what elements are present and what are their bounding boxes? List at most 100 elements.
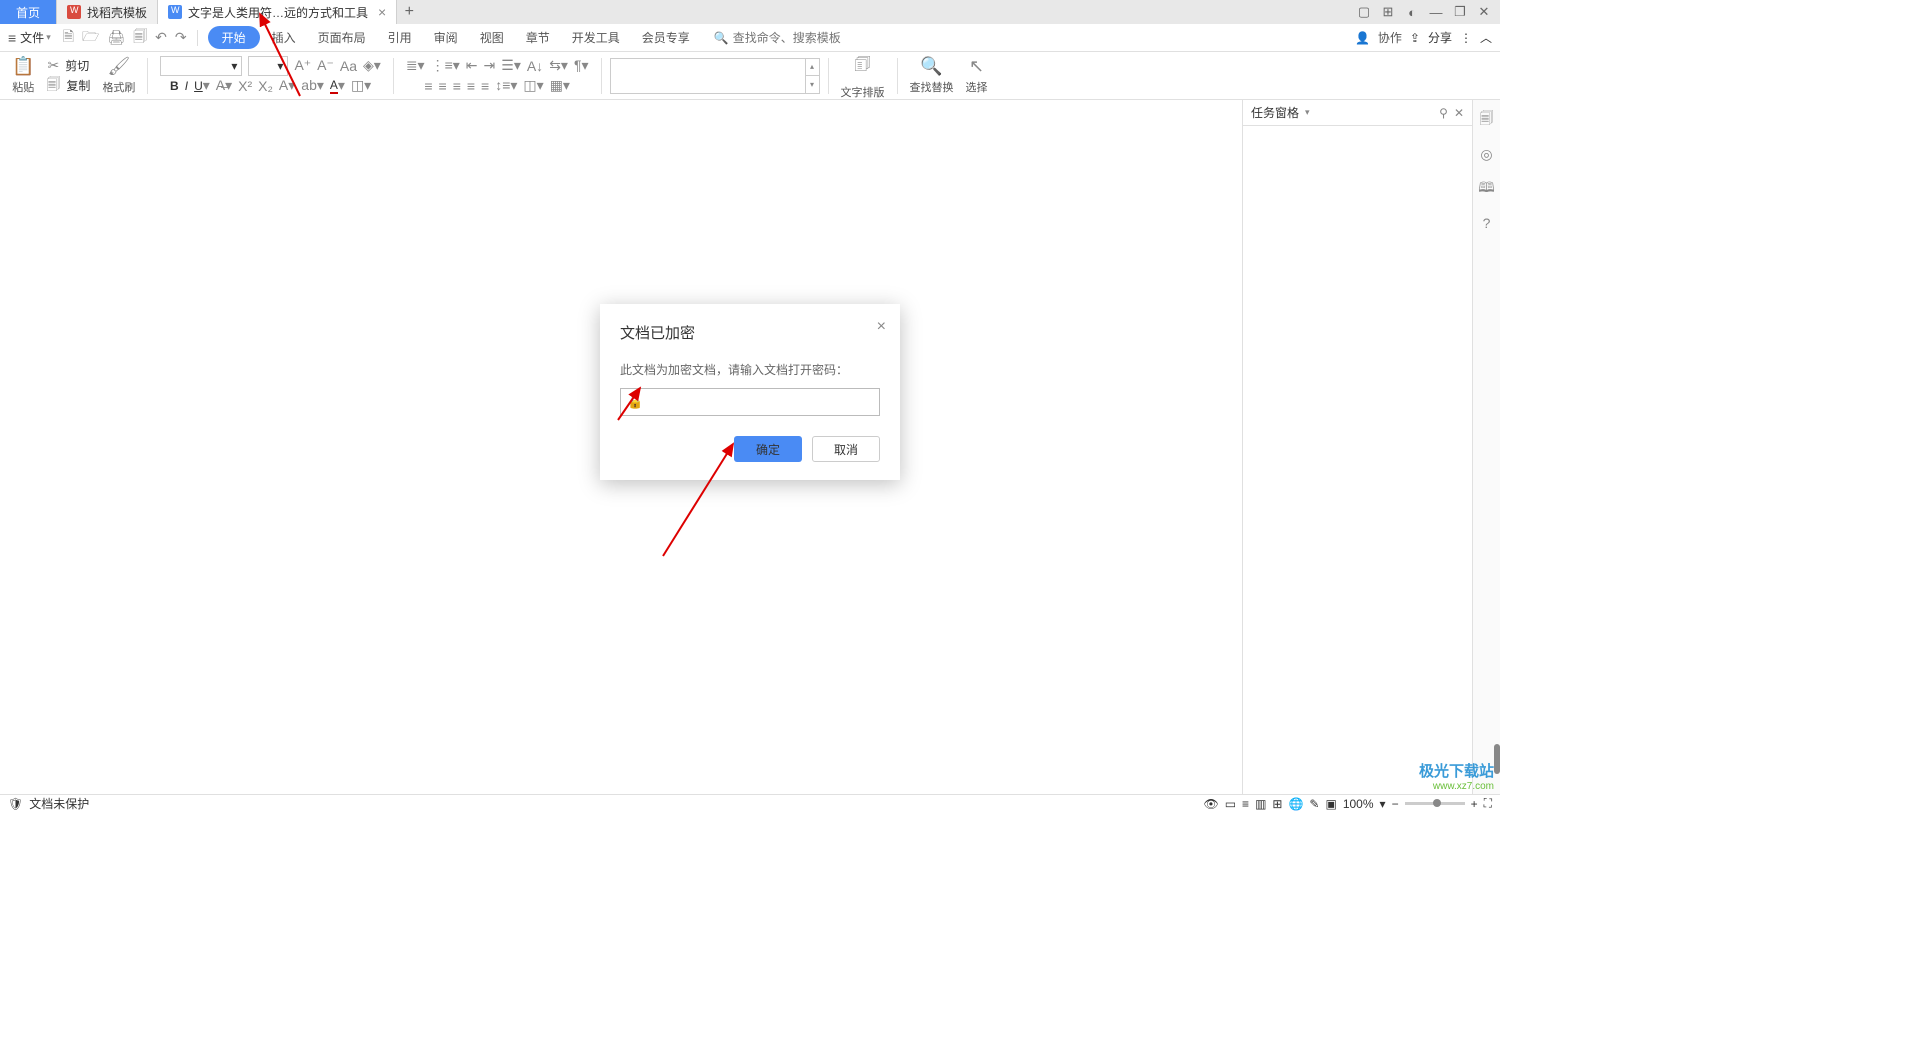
hamburger-icon[interactable]: ≡ [8, 30, 16, 46]
print-preview-icon[interactable]: 🗐 [133, 26, 147, 50]
ribbon-tab-review[interactable]: 审阅 [424, 26, 468, 49]
distribute-icon[interactable]: ≡ [481, 78, 489, 94]
ok-button[interactable]: 确定 [734, 436, 802, 462]
zoom-fit-icon[interactable]: ▣ [1325, 797, 1336, 811]
command-search[interactable]: 🔍 [714, 31, 873, 45]
group-find-replace[interactable]: 🔍 查找替换 [906, 52, 958, 99]
style-up-icon[interactable]: ▴ [806, 59, 819, 77]
group-select[interactable]: ↖ 选择 [962, 52, 992, 99]
format-painter-icon[interactable]: 🖌 [108, 56, 131, 77]
view-page-icon[interactable]: ▭ [1225, 797, 1236, 811]
open-icon[interactable]: 🗁 [82, 26, 99, 50]
align-left-icon[interactable]: ≡ [424, 78, 432, 94]
avatar-icon[interactable]: ◐ [1404, 5, 1420, 20]
bold-icon[interactable]: B [170, 79, 179, 93]
sort-icon[interactable]: A↓ [527, 58, 543, 74]
tab-home[interactable]: 首页 [0, 0, 57, 24]
command-search-input[interactable] [733, 31, 873, 45]
task-pane-title[interactable]: 任务窗格 [1251, 104, 1299, 121]
share-label[interactable]: 分享 [1428, 29, 1452, 46]
ribbon-tab-developer[interactable]: 开发工具 [562, 26, 630, 49]
location-panel-icon[interactable]: ◎ [1480, 146, 1492, 163]
file-menu[interactable]: 文件 ▾ [20, 29, 51, 46]
view-outline-icon[interactable]: ≡ [1242, 797, 1249, 811]
print-icon[interactable]: 🖨 [107, 29, 125, 46]
copy-icon[interactable]: 🗐 [46, 74, 60, 98]
protect-status[interactable]: 文档未保护 [29, 795, 89, 812]
shading-icon[interactable]: ◫▾ [351, 77, 371, 94]
ribbon-tab-start[interactable]: 开始 [208, 26, 260, 49]
italic-icon[interactable]: I [185, 79, 188, 93]
paste-icon[interactable]: 📋 [12, 56, 34, 77]
collapse-ribbon-icon[interactable]: ︿ [1480, 29, 1492, 46]
strike-icon[interactable]: A̶▾ [216, 77, 232, 94]
align-right-icon[interactable]: ≡ [453, 78, 461, 94]
clipboard-panel-icon[interactable]: 🗐 [1480, 108, 1494, 132]
zoom-slider[interactable] [1405, 802, 1465, 805]
group-text-layout[interactable]: 🗊 文字排版 [837, 52, 889, 99]
undo-icon[interactable]: ↶ [155, 29, 167, 46]
view-read-icon[interactable]: ⊞ [1272, 797, 1282, 811]
change-case-icon[interactable]: Aa [340, 58, 357, 74]
bullets-icon[interactable]: ≣▾ [406, 57, 425, 74]
zoom-in-icon[interactable]: + [1471, 797, 1478, 811]
collab-user-icon[interactable]: 👤 [1355, 31, 1370, 45]
font-name-select[interactable]: ▾ [160, 56, 242, 76]
zoom-level[interactable]: 100% [1343, 797, 1374, 811]
password-input[interactable] [649, 395, 873, 409]
zoom-out-icon[interactable]: − [1392, 797, 1399, 811]
align-justify-icon[interactable]: ≡ [467, 78, 475, 94]
new-icon[interactable]: 🗎 [63, 26, 74, 50]
fullscreen-icon[interactable]: ⛶ [1484, 796, 1492, 811]
ribbon-tab-member[interactable]: 会员专享 [632, 26, 700, 49]
indent-icon[interactable]: ⇥ [484, 57, 496, 74]
clear-formatting-icon[interactable]: ◈▾ [363, 57, 381, 74]
reading-panel-icon[interactable]: 🕮 [1478, 177, 1495, 201]
align-center-icon[interactable]: ≡ [439, 78, 447, 94]
font-size-select[interactable]: ▾ [248, 56, 288, 76]
line-number-icon[interactable]: ⇆▾ [549, 57, 568, 74]
text-effects-icon[interactable]: A▾ [279, 77, 295, 94]
borders-icon[interactable]: ▦▾ [550, 77, 570, 94]
subscript-icon[interactable]: X₂ [258, 78, 273, 94]
cut-label[interactable]: 剪切 [65, 57, 89, 74]
ribbon-tab-references[interactable]: 引用 [378, 26, 422, 49]
grid-icon[interactable]: ⊞ [1380, 4, 1396, 20]
paragraph-mark-icon[interactable]: ¶▾ [574, 57, 589, 74]
redo-icon[interactable]: ↷ [175, 29, 187, 46]
outdent-icon[interactable]: ⇤ [466, 57, 478, 74]
tab-close-icon[interactable]: × [378, 4, 386, 20]
close-icon[interactable]: ✕ [1454, 106, 1464, 120]
style-down-icon[interactable]: ▾ [806, 76, 819, 93]
ribbon-tab-section[interactable]: 章节 [516, 26, 560, 49]
text-direction-icon[interactable]: ☰▾ [501, 57, 521, 74]
chevron-down-icon[interactable]: ▾ [1305, 107, 1310, 118]
underline-icon[interactable]: U▾ [194, 77, 210, 94]
maximize-icon[interactable]: ❐ [1452, 4, 1468, 20]
shield-icon[interactable]: 🛡 [8, 797, 23, 811]
pencil-icon[interactable]: ✎ [1309, 797, 1319, 811]
fill-color-icon[interactable]: ◫▾ [523, 77, 543, 94]
minimize-icon[interactable]: — [1428, 5, 1444, 20]
ribbon-tab-page-layout[interactable]: 页面布局 [308, 26, 376, 49]
style-gallery[interactable]: ▴ ▾ [610, 58, 820, 94]
close-window-icon[interactable]: ✕ [1476, 4, 1492, 20]
chevron-down-icon[interactable]: ▾ [1380, 797, 1386, 811]
line-spacing-icon[interactable]: ↕≡▾ [495, 77, 517, 94]
more-icon[interactable]: ⋮ [1460, 31, 1472, 45]
tab-templates[interactable]: 找稻壳模板 [57, 0, 158, 24]
pin-icon[interactable]: ⚲ [1439, 106, 1448, 120]
layout-icon[interactable]: ▢ [1356, 4, 1372, 20]
tab-document[interactable]: 文字是人类用符…远的方式和工具 × [158, 0, 397, 24]
superscript-icon[interactable]: X² [238, 78, 252, 94]
cut-icon[interactable]: ✂ [48, 57, 60, 74]
numbering-icon[interactable]: ⋮≡▾ [431, 57, 460, 74]
view-web-icon[interactable]: ▥ [1255, 797, 1266, 811]
ribbon-tab-insert[interactable]: 插入 [262, 26, 306, 49]
grow-font-icon[interactable]: A⁺ [294, 57, 311, 74]
cancel-button[interactable]: 取消 [812, 436, 880, 462]
share-icon[interactable]: ⇪ [1410, 31, 1420, 45]
ribbon-tab-view[interactable]: 视图 [470, 26, 514, 49]
globe-icon[interactable]: 🌐 [1288, 797, 1303, 811]
copy-label[interactable]: 复制 [66, 77, 90, 94]
